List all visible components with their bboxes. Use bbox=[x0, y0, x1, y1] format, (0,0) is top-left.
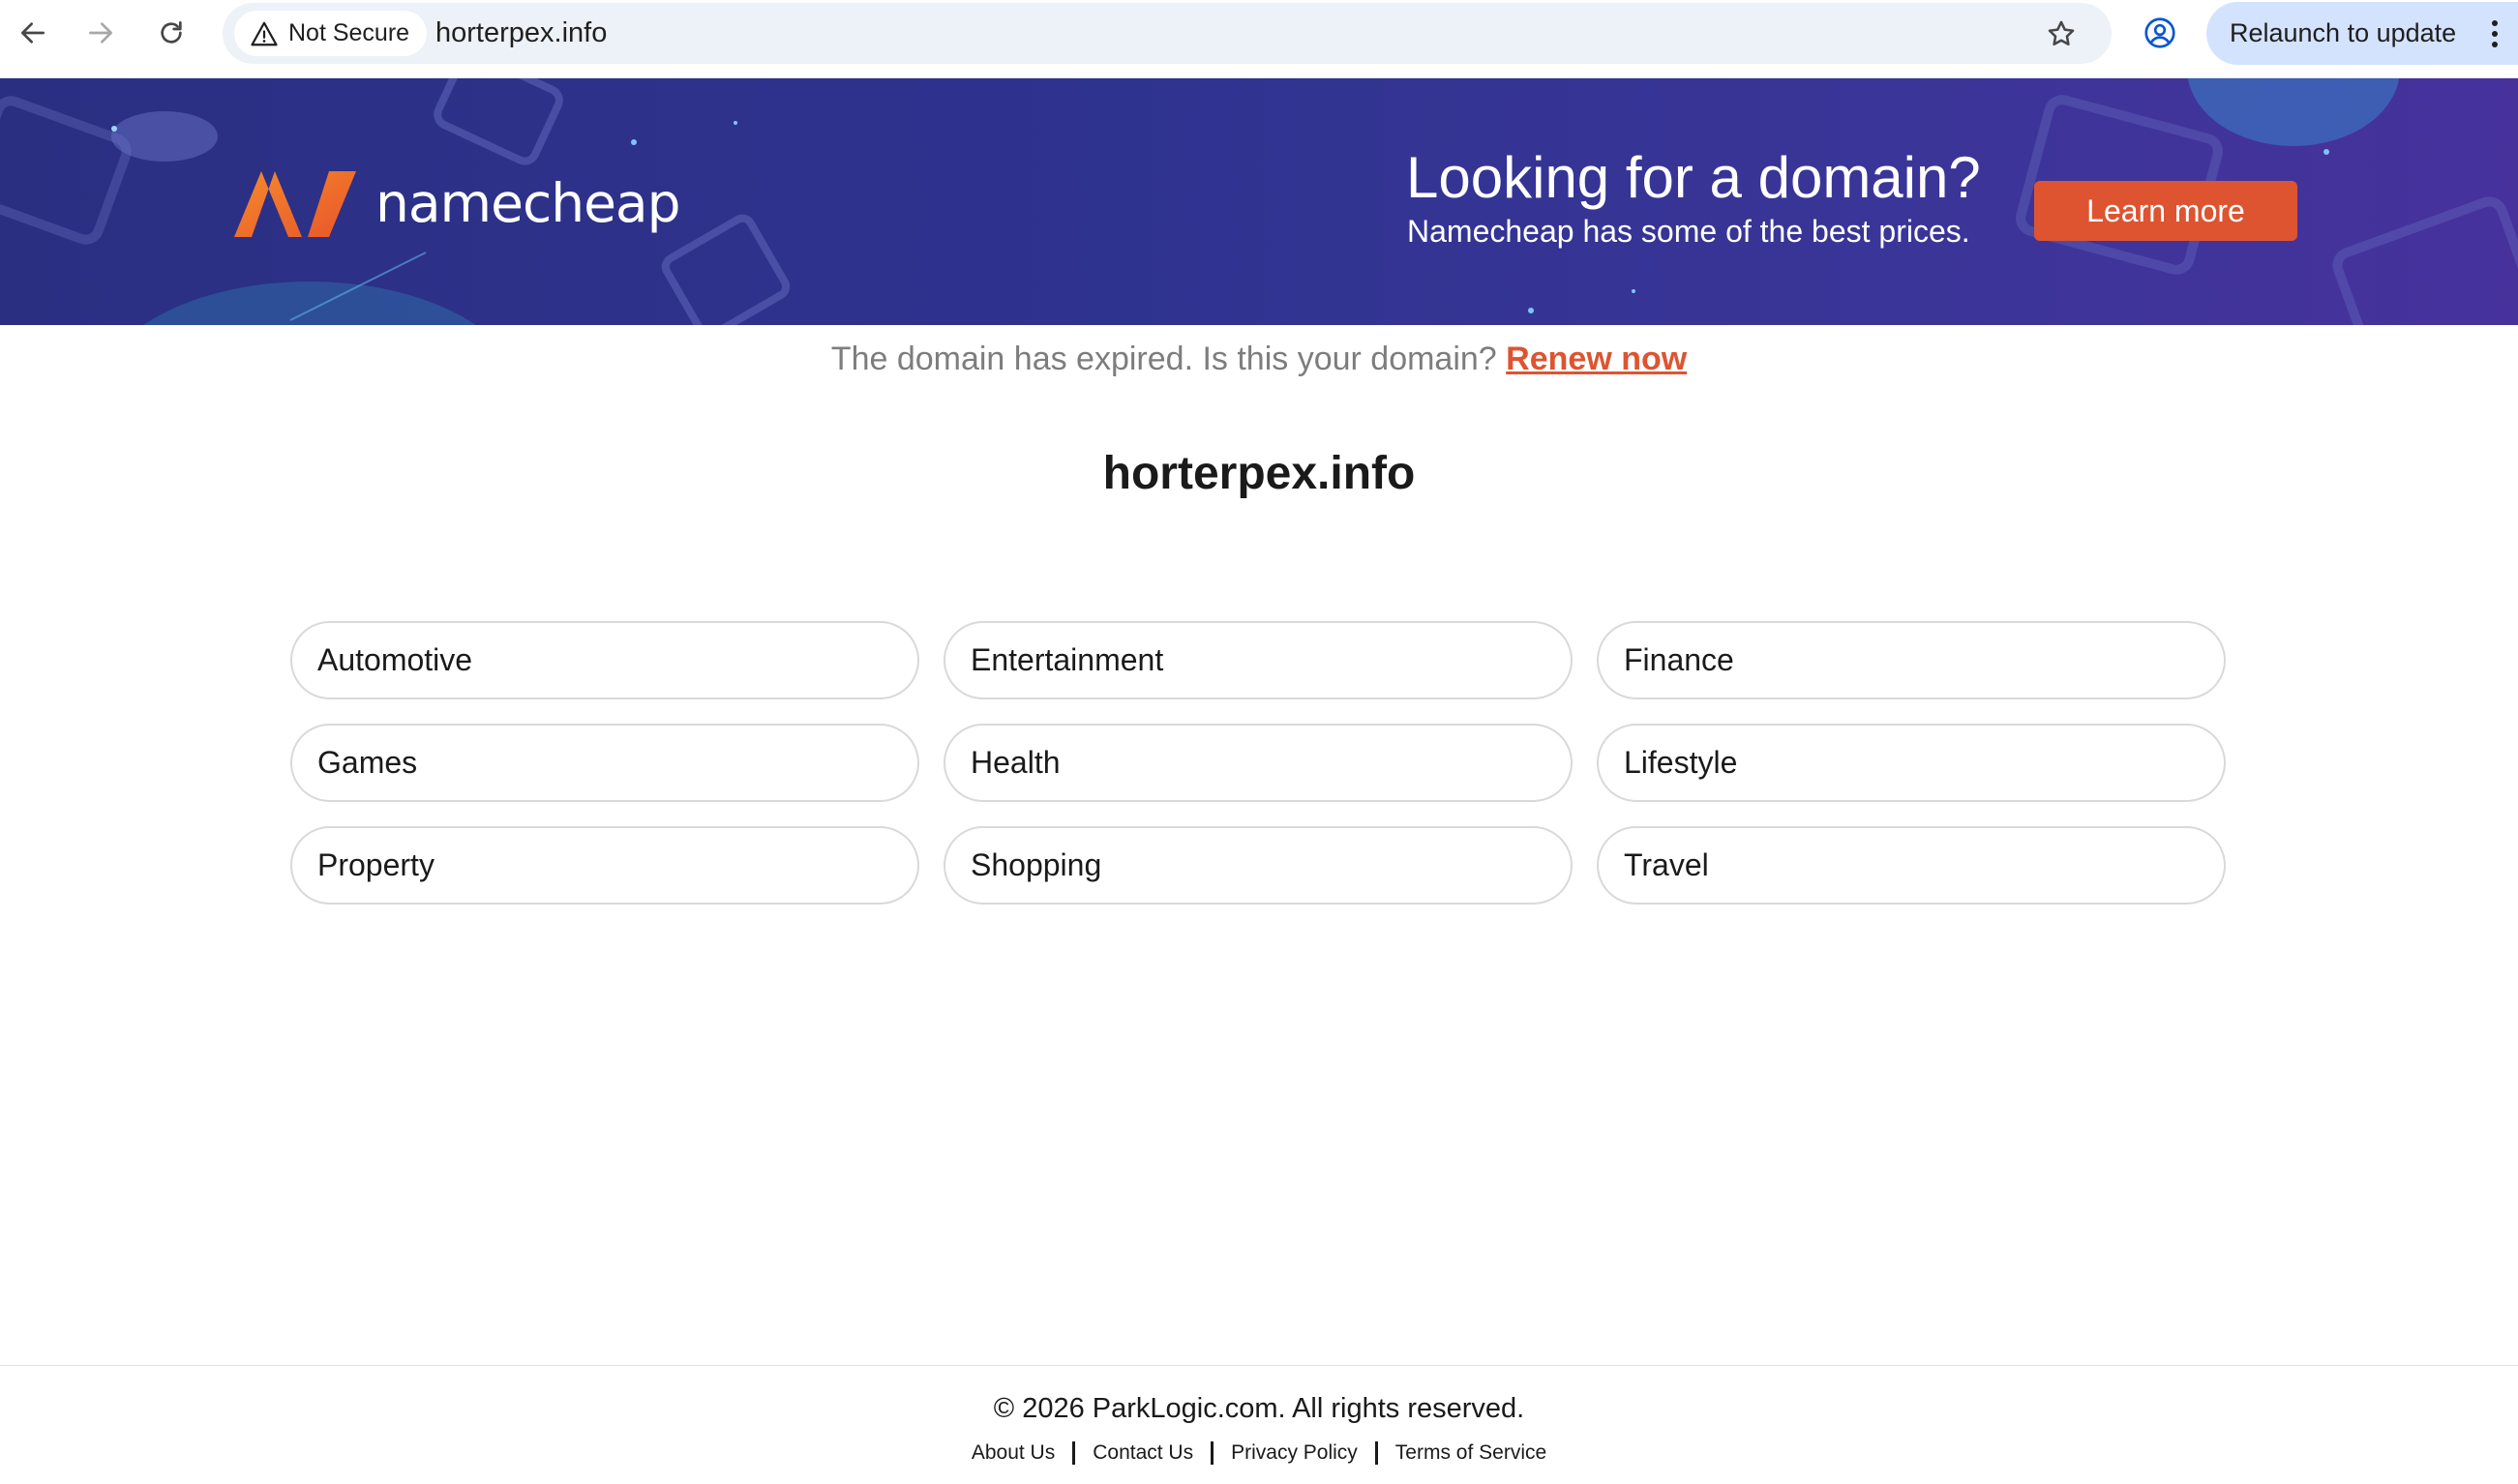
footer-links: About Us Contact Us Privacy Policy Terms… bbox=[0, 1441, 2518, 1465]
url-text[interactable]: horterpex.info bbox=[435, 3, 607, 64]
category-automotive[interactable]: Automotive bbox=[290, 621, 919, 699]
copyright-text: © 2026 ParkLogic.com. All rights reserve… bbox=[993, 1393, 1525, 1424]
reload-button[interactable] bbox=[150, 12, 193, 54]
back-button[interactable] bbox=[12, 12, 54, 54]
renew-now-link[interactable]: Renew now bbox=[1506, 341, 1687, 377]
warning-triangle-icon bbox=[251, 21, 278, 45]
category-games[interactable]: Games bbox=[290, 724, 919, 802]
profile-icon bbox=[2144, 17, 2175, 48]
arrow-right-icon bbox=[89, 22, 112, 44]
category-shopping[interactable]: Shopping bbox=[944, 826, 1573, 905]
footer-link-contact[interactable]: Contact Us bbox=[1093, 1441, 1193, 1465]
footer-divider bbox=[1374, 1441, 1378, 1465]
security-label: Not Secure bbox=[288, 19, 410, 46]
reload-icon bbox=[161, 21, 182, 44]
vertical-dots-icon[interactable] bbox=[2491, 19, 2499, 48]
category-property[interactable]: Property bbox=[290, 826, 919, 905]
footer-link-privacy[interactable]: Privacy Policy bbox=[1231, 1441, 1358, 1465]
page-footer: © 2026 ParkLogic.com. All rights reserve… bbox=[0, 1365, 2518, 1484]
learn-more-button[interactable]: Learn more bbox=[2034, 181, 2297, 241]
category-entertainment[interactable]: Entertainment bbox=[944, 621, 1573, 699]
namecheap-logo-text: namecheap bbox=[375, 172, 681, 234]
forward-button[interactable] bbox=[79, 12, 122, 54]
star-icon bbox=[2048, 20, 2075, 46]
profile-button[interactable] bbox=[2139, 12, 2181, 54]
namecheap-logo[interactable]: namecheap bbox=[232, 167, 681, 239]
address-bar[interactable]: Not Secure horterpex.info bbox=[223, 3, 2112, 64]
category-lifestyle[interactable]: Lifestyle bbox=[1597, 724, 2226, 802]
promo-banner: namecheap Looking for a domain? Namechea… bbox=[0, 78, 2518, 325]
category-finance[interactable]: Finance bbox=[1597, 621, 2226, 699]
security-indicator[interactable]: Not Secure bbox=[234, 11, 428, 56]
category-grid: Automotive Entertainment Finance Games H… bbox=[290, 621, 2226, 905]
expired-notice-text: The domain has expired. Is this your dom… bbox=[830, 341, 1507, 377]
relaunch-label: Relaunch to update bbox=[2230, 18, 2457, 47]
arrow-left-icon bbox=[21, 22, 45, 44]
namecheap-logo-icon bbox=[232, 167, 358, 239]
banner-headline: Looking for a domain? bbox=[1406, 145, 1981, 210]
bookmark-button[interactable] bbox=[2040, 13, 2083, 55]
browser-toolbar: Not Secure horterpex.info Relaunch to up… bbox=[0, 0, 2518, 78]
footer-divider bbox=[1072, 1441, 1076, 1465]
footer-link-terms[interactable]: Terms of Service bbox=[1395, 1441, 1546, 1465]
category-health[interactable]: Health bbox=[944, 724, 1573, 802]
footer-link-about[interactable]: About Us bbox=[972, 1441, 1055, 1465]
expired-notice: The domain has expired. Is this your dom… bbox=[0, 341, 2518, 378]
category-travel[interactable]: Travel bbox=[1597, 826, 2226, 905]
banner-subheadline: Namecheap has some of the best prices. bbox=[1407, 214, 1970, 249]
footer-divider bbox=[1211, 1441, 1214, 1465]
relaunch-button[interactable]: Relaunch to update bbox=[2206, 2, 2518, 65]
domain-title: horterpex.info bbox=[1102, 448, 1416, 499]
